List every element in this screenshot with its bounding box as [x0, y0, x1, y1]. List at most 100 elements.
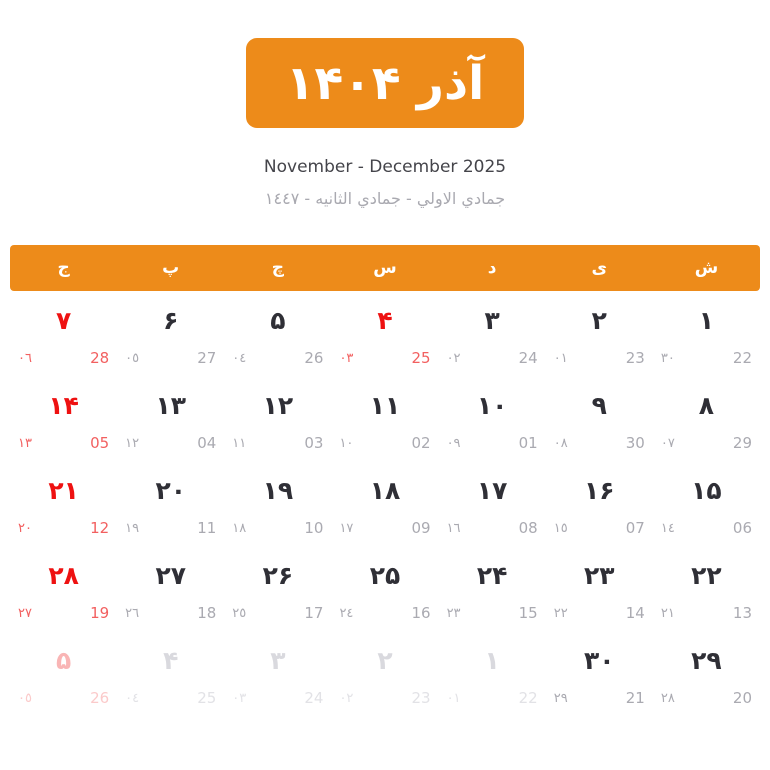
day-cell[interactable]: ۱۷ ١٦ 08: [439, 461, 546, 546]
day-secondary-dates: ٠٥ 26: [10, 689, 117, 707]
weekday-header-chaharshanbeh: چ: [271, 258, 284, 278]
day-number-hijri: ١٦: [446, 520, 461, 536]
day-number-gregorian: 02: [411, 434, 431, 452]
day-cell[interactable]: ۱۹ ١٨ 10: [224, 461, 331, 546]
day-number-gregorian: 26: [304, 349, 324, 367]
page-title: آذر ۱۴۰۴: [285, 55, 485, 111]
day-number-hijri: ٢٦: [125, 605, 140, 621]
day-number-gregorian: 25: [197, 689, 217, 707]
day-secondary-dates: ٣٠ 22: [653, 349, 760, 367]
day-secondary-dates: ٢٨ 20: [653, 689, 760, 707]
day-number-gregorian: 12: [90, 519, 110, 537]
day-secondary-dates: ٢٩ 21: [546, 689, 653, 707]
day-number-persian: ۴: [377, 306, 393, 335]
day-cell[interactable]: ۲۶ ٢٥ 17: [224, 546, 331, 631]
day-number-gregorian: 04: [197, 434, 217, 452]
day-number-persian: ۱۰: [476, 391, 508, 420]
day-cell[interactable]: ۲ ٠٢ 23: [331, 631, 438, 716]
day-number-hijri: ٠٧: [660, 435, 675, 451]
week-row: ۱ ٣٠ 22 ۲ ٠١ 23 ۳ ٠٢ 24 ۴ ٠٣ 25 ۵ ٠٤ 26 ۶ ٠٥ 27 ۷ ٠٦ 28: [10, 291, 760, 376]
day-cell[interactable]: ۳ ٠٢ 24: [439, 291, 546, 376]
day-number-persian: ۲۵: [369, 561, 401, 590]
day-secondary-dates: ١٧ 09: [331, 519, 438, 537]
day-secondary-dates: ٠٣ 25: [331, 349, 438, 367]
day-cell[interactable]: ۲۷ ٢٦ 18: [117, 546, 224, 631]
day-cell[interactable]: ۲۴ ٢٣ 15: [439, 546, 546, 631]
day-secondary-dates: ١٩ 11: [117, 519, 224, 537]
day-number-persian: ۲۰: [155, 476, 186, 505]
day-number-gregorian: 24: [518, 349, 538, 367]
day-number-gregorian: 20: [732, 689, 752, 707]
day-cell[interactable]: ۱ ٣٠ 22: [653, 291, 760, 376]
day-number-hijri: ٠١: [553, 350, 568, 366]
day-number-hijri: ١٨: [232, 520, 247, 536]
day-cell[interactable]: ۱۱ ١٠ 02: [331, 376, 438, 461]
day-number-gregorian: 22: [518, 689, 538, 707]
day-number-hijri: ٢٧: [18, 605, 32, 621]
month-title-badge: آذر ۱۴۰۴: [246, 38, 524, 128]
day-number-hijri: ١٩: [125, 520, 140, 536]
day-secondary-dates: ٠١ 22: [439, 689, 546, 707]
day-number-persian: ۱۲: [262, 391, 294, 420]
day-number-hijri: ٠١: [446, 690, 461, 706]
day-cell[interactable]: ۲۳ ٢٢ 14: [546, 546, 653, 631]
day-number-hijri: ١٣: [18, 435, 32, 451]
day-cell[interactable]: ۲۱ ٢٠ 12: [10, 461, 117, 546]
day-cell[interactable]: ۸ ٠٧ 29: [653, 376, 760, 461]
day-cell[interactable]: ۱۶ ١٥ 07: [546, 461, 653, 546]
day-secondary-dates: ٠٤ 26: [224, 349, 331, 367]
day-cell[interactable]: ۵ ٠٥ 26: [10, 631, 117, 716]
day-cell[interactable]: ۱۴ ١٣ 05: [10, 376, 117, 461]
day-cell[interactable]: ۵ ٠٤ 26: [224, 291, 331, 376]
weekday-header-doshanbeh: د: [487, 258, 497, 278]
day-cell[interactable]: ۲۰ ١٩ 11: [117, 461, 224, 546]
hijri-range-label: جمادي الاولي - جمادي الثانيه - ١٤٤٧: [264, 189, 506, 209]
day-number-hijri: ٠٣: [232, 690, 247, 706]
day-number-persian: ۲۷: [155, 561, 186, 590]
day-cell[interactable]: ۱۰ ٠٩ 01: [439, 376, 546, 461]
day-number-hijri: ٠٣: [339, 350, 354, 366]
day-number-persian: ۱: [484, 646, 500, 675]
day-secondary-dates: ١٥ 07: [546, 519, 653, 537]
day-number-hijri: ١٥: [553, 520, 568, 536]
day-number-hijri: ٣٠: [660, 350, 675, 366]
day-number-hijri: ٠٦: [18, 350, 32, 366]
day-number-persian: ۱۱: [369, 391, 401, 420]
day-cell[interactable]: ۱۵ ١٤ 06: [653, 461, 760, 546]
weekday-header-yekshanbeh: ی: [591, 258, 608, 278]
day-number-hijri: ١٤: [660, 520, 675, 536]
day-cell[interactable]: ۱ ٠١ 22: [439, 631, 546, 716]
day-secondary-dates: ١١ 03: [224, 434, 331, 452]
day-number-persian: ۲۴: [476, 561, 508, 590]
day-number-hijri: ٠٩: [446, 435, 461, 451]
day-number-persian: ۲: [377, 646, 393, 675]
day-number-gregorian: 22: [732, 349, 752, 367]
day-number-persian: ۴: [163, 646, 179, 675]
day-cell[interactable]: ۲۸ ٢٧ 19: [10, 546, 117, 631]
day-number-gregorian: 17: [304, 604, 324, 622]
day-cell[interactable]: ۱۸ ١٧ 09: [331, 461, 438, 546]
day-number-gregorian: 30: [625, 434, 645, 452]
day-cell[interactable]: ۱۳ ١٢ 04: [117, 376, 224, 461]
day-cell[interactable]: ۹ ٠٨ 30: [546, 376, 653, 461]
day-cell[interactable]: ۷ ٠٦ 28: [10, 291, 117, 376]
day-number-hijri: ٢١: [660, 605, 675, 621]
day-cell[interactable]: ۳۰ ٢٩ 21: [546, 631, 653, 716]
day-cell[interactable]: ۲۵ ٢٤ 16: [331, 546, 438, 631]
day-secondary-dates: ٢١ 13: [653, 604, 760, 622]
day-cell[interactable]: ۴ ٠٤ 25: [117, 631, 224, 716]
day-number-gregorian: 19: [90, 604, 110, 622]
day-number-persian: ۲۲: [691, 561, 722, 590]
day-cell[interactable]: ۴ ٠٣ 25: [331, 291, 438, 376]
day-cell[interactable]: ۶ ٠٥ 27: [117, 291, 224, 376]
day-cell[interactable]: ۲۹ ٢٨ 20: [653, 631, 760, 716]
day-cell[interactable]: ۲ ٠١ 23: [546, 291, 653, 376]
day-number-persian: ۳: [270, 646, 286, 675]
day-number-persian: ۲۳: [584, 561, 615, 590]
day-number-gregorian: 23: [411, 689, 431, 707]
day-cell[interactable]: ۱۲ ١١ 03: [224, 376, 331, 461]
day-number-persian: ۵: [270, 306, 286, 335]
day-cell[interactable]: ۲۲ ٢١ 13: [653, 546, 760, 631]
day-cell[interactable]: ۳ ٠٣ 24: [224, 631, 331, 716]
day-number-gregorian: 13: [732, 604, 752, 622]
